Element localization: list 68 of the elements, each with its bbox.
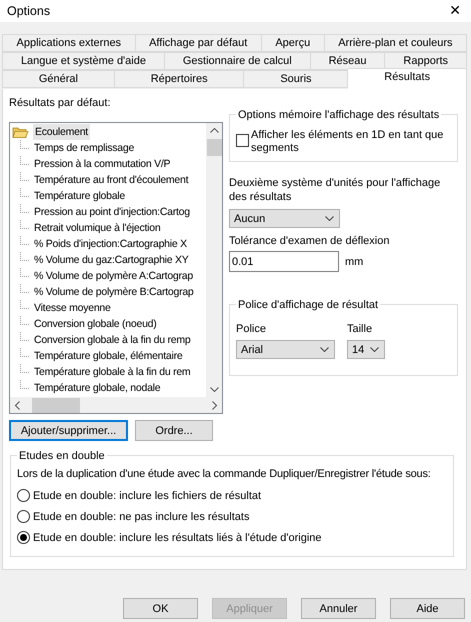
chevron-down-icon	[370, 347, 379, 352]
tab[interactable]: Répertoires	[114, 70, 244, 88]
dropdown[interactable]: Aucun	[229, 209, 340, 228]
scroll-left-icon	[15, 400, 20, 410]
tree-item[interactable]: % Volume de polymère B:Cartograp	[32, 284, 196, 300]
tree-item[interactable]: Température globale à la fin du rem	[32, 364, 192, 380]
scroll-down-icon	[210, 387, 218, 392]
tree-item[interactable]: Température globale, élémentaire	[32, 348, 184, 364]
tree-item[interactable]: Ecoulement	[33, 124, 90, 140]
tab[interactable]: Souris	[244, 70, 348, 88]
tab[interactable]: Affichage par défaut	[136, 34, 262, 52]
chevron-down-icon	[320, 347, 329, 352]
tab[interactable]: Réseau	[310, 52, 386, 70]
scroll-thumb[interactable]	[32, 398, 80, 412]
tree-item[interactable]: Temps de remplissage	[32, 140, 136, 156]
section-label: Résultats par défaut:	[9, 97, 112, 109]
group-title: Options mémoire l'affichage des résultats	[236, 108, 442, 122]
field-label: Police	[236, 323, 267, 335]
field-label: Tolérance d'examen de déflexion	[229, 235, 390, 247]
window-title: Options	[7, 4, 50, 18]
tree-item[interactable]: % Poids d'injection:Cartographie X	[32, 236, 189, 252]
radio-label: Etude en double: inclure les fichiers de résultat	[33, 490, 262, 502]
field-label: Deuxième système d'unités pour l'affichage des résultats	[229, 176, 442, 204]
folder-icon	[12, 126, 30, 138]
scroll-right-icon	[212, 400, 217, 410]
scroll-thumb[interactable]	[206, 139, 222, 156]
horizontal-scrollbar[interactable]	[10, 397, 222, 413]
tab[interactable]: Résultats	[348, 68, 467, 89]
close-button[interactable]: ✕	[439, 3, 471, 19]
radio-label: Etude en double: ne pas inclure les résultats	[33, 510, 250, 522]
tree-item[interactable]: % Volume de polymère A:Cartograp	[32, 268, 195, 284]
button[interactable]: Ordre...	[135, 420, 213, 441]
tree-item[interactable]: Température au front d'écoulement	[32, 172, 190, 188]
input-field[interactable]: 0.01	[229, 251, 339, 272]
tree-item[interactable]: Température globale	[32, 188, 127, 204]
button[interactable]: Annuler	[301, 598, 376, 619]
button[interactable]: Ajouter/supprimer...	[9, 420, 128, 441]
radio-button[interactable]	[17, 489, 30, 502]
tab[interactable]: Aperçu	[262, 34, 325, 52]
tab[interactable]: Arrière-plan et couleurs	[324, 34, 468, 52]
button[interactable]: Aide	[390, 598, 465, 619]
button[interactable]: OK	[123, 598, 198, 619]
tree-item[interactable]: % Volume du gaz:Cartographie XY	[32, 252, 191, 268]
checkbox-label: Afficher les éléments en 1D en tant que segments	[251, 129, 444, 155]
tab[interactable]: Général	[2, 70, 115, 88]
tab[interactable]: Langue et système d'aide	[2, 52, 165, 70]
tab[interactable]: Applications externes	[2, 34, 136, 52]
tree-item[interactable]: Vitesse moyenne	[32, 300, 113, 316]
vertical-scrollbar[interactable]	[206, 123, 222, 397]
tree-item[interactable]: Conversion globale à la fin du remp	[32, 332, 192, 348]
chevron-down-icon	[325, 216, 334, 221]
radio-label: Etude en double: inclure les résultats liés à l'étude d'origine	[33, 532, 322, 544]
tab[interactable]: Gestionnaire de calcul	[164, 52, 311, 70]
dropdown[interactable]: Arial	[236, 340, 335, 359]
unit-label: mm	[345, 256, 364, 268]
radio-button[interactable]	[17, 510, 30, 523]
checkbox[interactable]	[236, 134, 249, 147]
description-text: Lors de la duplication d'une étude avec la commande Dupliquer/Enregistrer l'étude sous:	[17, 468, 432, 480]
tree-item[interactable]: Retrait volumique à l'éjection	[32, 220, 162, 236]
field-label: Taille	[347, 323, 374, 335]
tree-item[interactable]: Température globale, nodale	[32, 380, 162, 396]
scroll-up-icon	[210, 128, 218, 133]
tree-item[interactable]: Pression à la commutation V/P	[32, 156, 172, 172]
tree-item[interactable]: Conversion globale (noeud)	[32, 316, 158, 332]
tree-item[interactable]: Pression au point d'injection:Cartog	[32, 204, 192, 220]
dropdown[interactable]: 14	[347, 340, 385, 359]
radio-button[interactable]	[17, 531, 30, 544]
group-title: Police d'affichage de résultat	[236, 298, 380, 312]
